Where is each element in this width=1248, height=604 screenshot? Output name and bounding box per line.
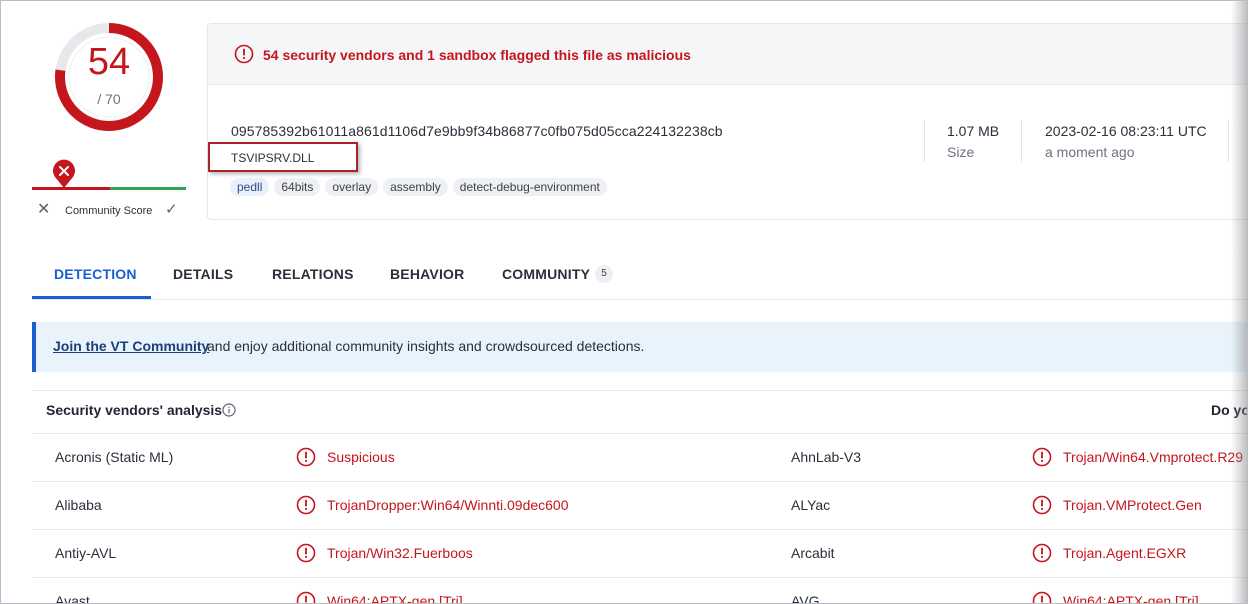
file-name: TSVIPSRV.DLL [231,151,315,165]
vendor-name: Avast [55,593,90,604]
join-community-link[interactable]: Join the VT Community [53,338,209,354]
table-row: Antiy-AVL Trojan/Win32.Fuerboos Arcabit … [32,530,1247,578]
vendor-name: Antiy-AVL [55,545,117,561]
tab-relations[interactable]: RELATIONS [272,266,354,282]
file-hash[interactable]: 095785392b61011a861d1106d7e9bb9f34b86877… [231,123,723,139]
vendor-name: AVG [791,593,820,604]
info-icon[interactable] [222,403,236,417]
alert-circle-icon [1032,495,1052,515]
alert-circle-icon [296,543,316,563]
vendor-result: Trojan.Agent.EGXR [1063,545,1187,561]
tag-detect-debug-environment[interactable]: detect-debug-environment [452,178,607,196]
community-banner: Join the VT Community and enjoy addition… [32,322,1247,372]
analysis-date-relative: a moment ago [1045,144,1135,160]
tag-64bits[interactable]: 64bits [274,178,321,196]
vote-harmless-icon[interactable]: ✓ [165,201,178,219]
tag-assembly[interactable]: assembly [383,178,448,196]
malicious-alert: 54 security vendors and 1 sandbox flagge… [208,24,1247,85]
detection-count: 54 [87,41,131,83]
table-row: Avast Win64:APTX-gen [Trj] AVG Win64:APT… [32,578,1247,604]
community-score-bar-harmless [110,187,186,190]
alert-circle-icon [1032,543,1052,563]
tab-details[interactable]: DETAILS [173,266,233,282]
file-size-label: Size [947,144,975,160]
vote-malicious-icon[interactable]: ✕ [37,201,50,219]
community-score-label: Community Score [65,205,153,217]
tag-overlay[interactable]: overlay [325,178,379,196]
tab-behavior[interactable]: BEHAVIOR [390,266,464,282]
divider [924,120,925,162]
vendor-name: ALYac [791,497,831,513]
table-row: Acronis (Static ML) Suspicious AhnLab-V3… [32,434,1247,482]
virustotal-report: 54 / 70 ✕ Community Score ✓ 54 security … [0,0,1248,604]
table-row: Alibaba TrojanDropper:Win64/Winnti.09dec… [32,482,1247,530]
vendor-result: Trojan/Win64.Vmprotect.R29 [1063,449,1243,465]
detection-total: / 70 [97,91,121,107]
alert-circle-icon [234,44,254,64]
vendor-result: Trojan.VMProtect.Gen [1063,497,1202,513]
divider [1021,120,1022,162]
vendors-table: Acronis (Static ML) Suspicious AhnLab-V3… [32,434,1247,604]
vendor-result: Win64:APTX-gen [Trj] [327,593,463,604]
file-size-value: 1.07 MB [947,123,1000,139]
alert-circle-icon [1032,591,1052,603]
vendor-name: Arcabit [791,545,835,561]
vendor-name: Acronis (Static ML) [55,449,174,465]
banner-text: and enjoy additional community insights … [207,338,645,354]
vendors-analysis-header: Security vendors' analysis Do yo [32,390,1247,434]
alert-circle-icon [1032,447,1052,467]
alert-circle-icon [296,591,316,603]
vendor-result: Trojan/Win32.Fuerboos [327,545,473,561]
vendor-result: TrojanDropper:Win64/Winnti.09dec600 [327,497,569,513]
community-count-badge: 5 [595,265,613,283]
community-score-bar-malicious [32,187,110,190]
file-tags: pedll 64bits overlay assembly detect-deb… [230,178,607,196]
tab-community[interactable]: COMMUNITY [502,266,590,282]
vendors-analysis-title: Security vendors' analysis [46,402,223,418]
tag-pedll[interactable]: pedll [230,178,270,196]
malicious-marker-icon [53,159,75,188]
page-edge-shadow [1231,1,1247,603]
tab-detection[interactable]: DETECTION [54,266,137,282]
report-tabs: DETECTION DETAILS RELATIONS BEHAVIOR COM… [32,251,1247,300]
alert-text: 54 security vendors and 1 sandbox flagge… [263,47,691,63]
file-summary-card: 54 security vendors and 1 sandbox flagge… [207,23,1247,220]
active-tab-indicator [32,296,151,299]
vendor-result: Suspicious [327,449,395,465]
alert-circle-icon [296,447,316,467]
vendor-name: AhnLab-V3 [791,449,862,465]
alert-circle-icon [296,495,316,515]
vendor-result: Win64:APTX-gen [Trj] [1063,593,1199,604]
divider [1228,120,1229,162]
analysis-date-value: 2023-02-16 08:23:11 UTC [1045,123,1207,139]
vendor-name: Alibaba [55,497,102,513]
